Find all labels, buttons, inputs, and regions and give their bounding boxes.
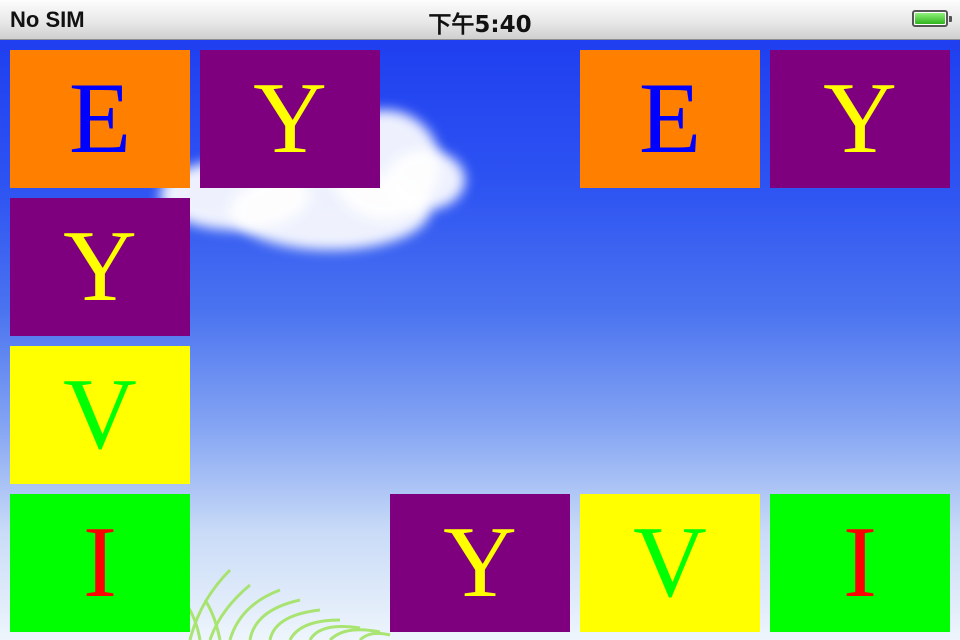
cloud: [385, 150, 465, 210]
battery-icon: [912, 10, 952, 27]
tile-letter: Y: [443, 506, 517, 619]
tile-letter: V: [63, 358, 137, 471]
letter-tile[interactable]: Y: [10, 198, 190, 336]
tile-letter: I: [83, 506, 117, 619]
status-bar: No SIM 下午5:40: [0, 0, 960, 40]
battery-nub: [949, 16, 952, 22]
letter-tile[interactable]: I: [10, 494, 190, 632]
tile-letter: V: [633, 506, 707, 619]
letter-tile[interactable]: E: [10, 50, 190, 188]
status-time: 下午5:40: [428, 12, 532, 38]
tile-letter: Y: [253, 62, 327, 175]
letter-tile[interactable]: V: [580, 494, 760, 632]
letter-tile[interactable]: E: [580, 50, 760, 188]
tile-letter: E: [68, 62, 132, 175]
tile-letter: Y: [823, 62, 897, 175]
letter-tile[interactable]: Y: [200, 50, 380, 188]
letter-tile[interactable]: V: [10, 346, 190, 484]
letter-tile[interactable]: Y: [390, 494, 570, 632]
battery-fill: [915, 13, 945, 24]
letter-tile[interactable]: Y: [770, 50, 950, 188]
tile-letter: I: [843, 506, 877, 619]
tile-letter: Y: [63, 210, 137, 323]
tile-letter: E: [638, 62, 702, 175]
letter-tile[interactable]: I: [770, 494, 950, 632]
